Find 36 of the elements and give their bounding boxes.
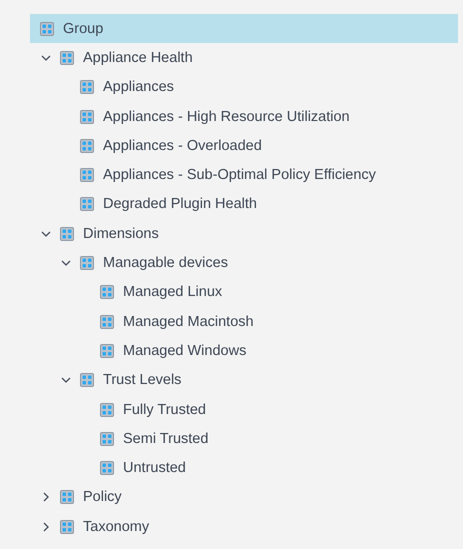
tree-item[interactable]: Managed Macintosh <box>30 306 458 336</box>
tree-item[interactable]: Group <box>30 14 458 44</box>
tree-item[interactable]: Untrusted <box>30 453 458 483</box>
grid-icon <box>100 314 114 329</box>
grid-icon <box>60 50 74 65</box>
grid-icon <box>100 432 114 446</box>
tree-item[interactable]: Degraded Plugin Health <box>30 190 458 220</box>
tree-item[interactable]: Taxonomy <box>30 512 458 542</box>
grid-icon <box>60 490 74 504</box>
grid-icon <box>80 256 94 270</box>
grid-icon <box>100 402 114 416</box>
grid-icon <box>60 520 74 534</box>
tree-item[interactable]: Appliances - High Resource Utilization <box>30 102 458 132</box>
grid-icon <box>80 168 94 182</box>
grid-icon <box>100 461 114 476</box>
grid-icon <box>80 80 94 94</box>
grid-icon <box>80 110 94 124</box>
grid-icon <box>100 344 114 358</box>
grid-icon <box>80 373 94 388</box>
tree-item[interactable]: Policy <box>30 482 458 512</box>
tree-item[interactable]: Dimensions <box>30 219 458 248</box>
tree-item[interactable]: Appliances - Overloaded <box>30 131 458 160</box>
tree-item[interactable]: Appliances - Sub-Optimal Policy Efficiency <box>30 160 458 190</box>
tree-item[interactable]: Managable devices <box>30 248 458 278</box>
tree-item[interactable]: Appliances <box>30 72 458 102</box>
tree-item[interactable]: Appliance Health <box>30 43 458 73</box>
tree-item[interactable]: Managed Windows <box>30 336 458 366</box>
tree-item[interactable]: Fully Trusted <box>30 394 458 424</box>
tree-item[interactable]: Trust Levels <box>30 366 458 395</box>
grid-icon <box>40 22 54 36</box>
grid-icon <box>60 226 74 241</box>
grid-icon <box>100 285 114 300</box>
tree-item[interactable]: Semi Trusted <box>30 424 458 454</box>
grid-icon <box>80 197 94 212</box>
tree-item[interactable]: Managed Linux <box>30 278 458 307</box>
grid-icon <box>80 138 94 153</box>
